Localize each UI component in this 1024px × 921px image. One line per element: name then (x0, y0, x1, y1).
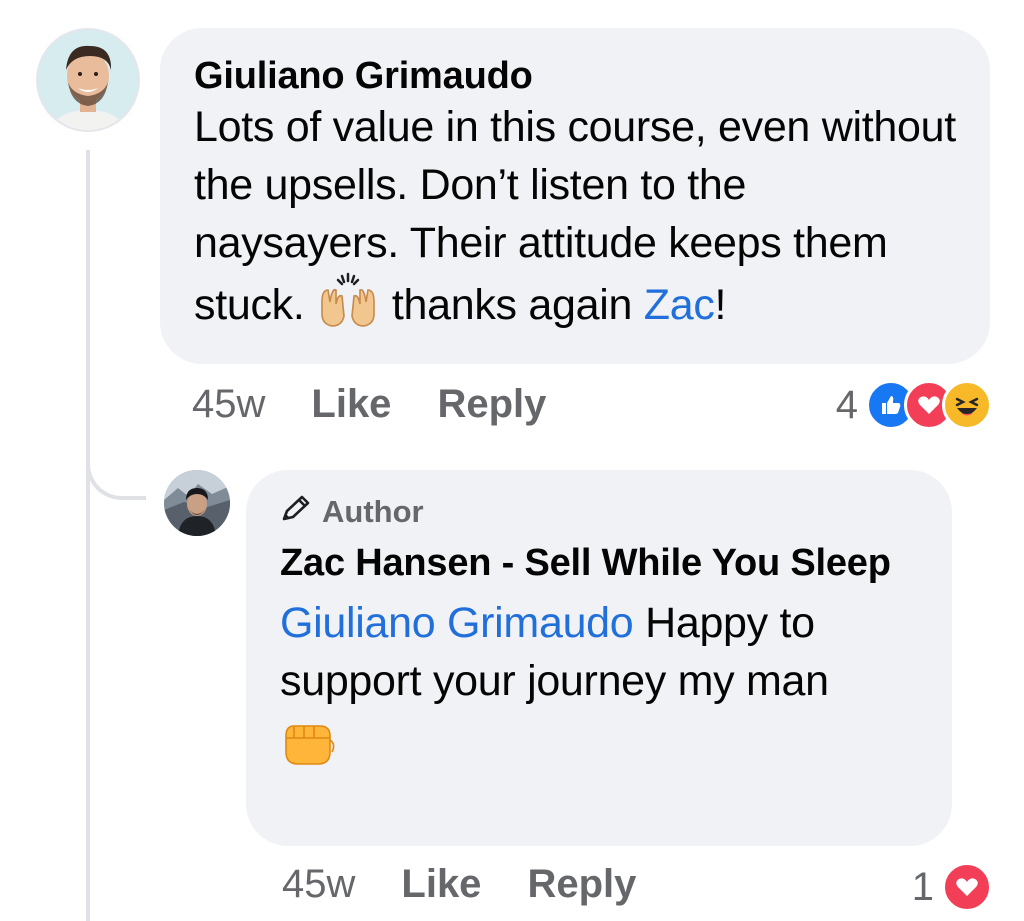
comment-actions: 45w Like Reply (192, 382, 546, 427)
reply-actions: 45w Like Reply (282, 862, 636, 907)
comment-end-text: ! (714, 280, 727, 329)
author-badge: Author (280, 492, 918, 532)
reply-button[interactable]: Reply (437, 382, 546, 427)
reply-avatar[interactable] (164, 470, 230, 536)
thread-line (86, 150, 90, 921)
avatar-photo-icon (38, 30, 138, 130)
reaction-count: 1 (911, 864, 934, 909)
reaction-icons (942, 862, 992, 912)
comment-bubble: Giuliano Grimaudo Lots of value in this … (160, 28, 990, 364)
thread-branch (86, 440, 146, 500)
mention-link[interactable]: Giuliano Grimaudo (280, 599, 634, 647)
author-badge-label: Author (322, 494, 424, 529)
reply-text: Giuliano Grimaudo Happy to support your … (280, 594, 918, 710)
timestamp[interactable]: 45w (282, 862, 355, 907)
reply-bubble: Author Zac Hansen - Sell While You Sleep… (246, 470, 952, 846)
mention-link[interactable]: Zac (644, 281, 715, 329)
pencil-icon (280, 493, 314, 531)
haha-reaction-icon (942, 380, 992, 430)
fist-bump-emoji-icon (280, 718, 918, 773)
avatar[interactable] (36, 28, 140, 132)
comment-author[interactable]: Giuliano Grimaudo (194, 54, 956, 98)
reaction-summary[interactable]: 4 (836, 380, 992, 430)
love-reaction-icon (942, 862, 992, 912)
like-button[interactable]: Like (311, 382, 391, 427)
raising-hands-emoji-icon (316, 272, 380, 343)
comment-text: Lots of value in this course, even witho… (194, 98, 956, 343)
reaction-summary[interactable]: 1 (912, 862, 992, 912)
reply-button[interactable]: Reply (527, 862, 636, 907)
reply-author[interactable]: Zac Hansen - Sell While You Sleep (280, 538, 918, 588)
timestamp[interactable]: 45w (192, 382, 265, 427)
comment-thanks-text: thanks again (391, 280, 633, 329)
reply-avatar-photo-icon (164, 470, 230, 536)
reaction-icons (866, 380, 992, 430)
like-button[interactable]: Like (401, 862, 481, 907)
reaction-count: 4 (835, 382, 858, 427)
